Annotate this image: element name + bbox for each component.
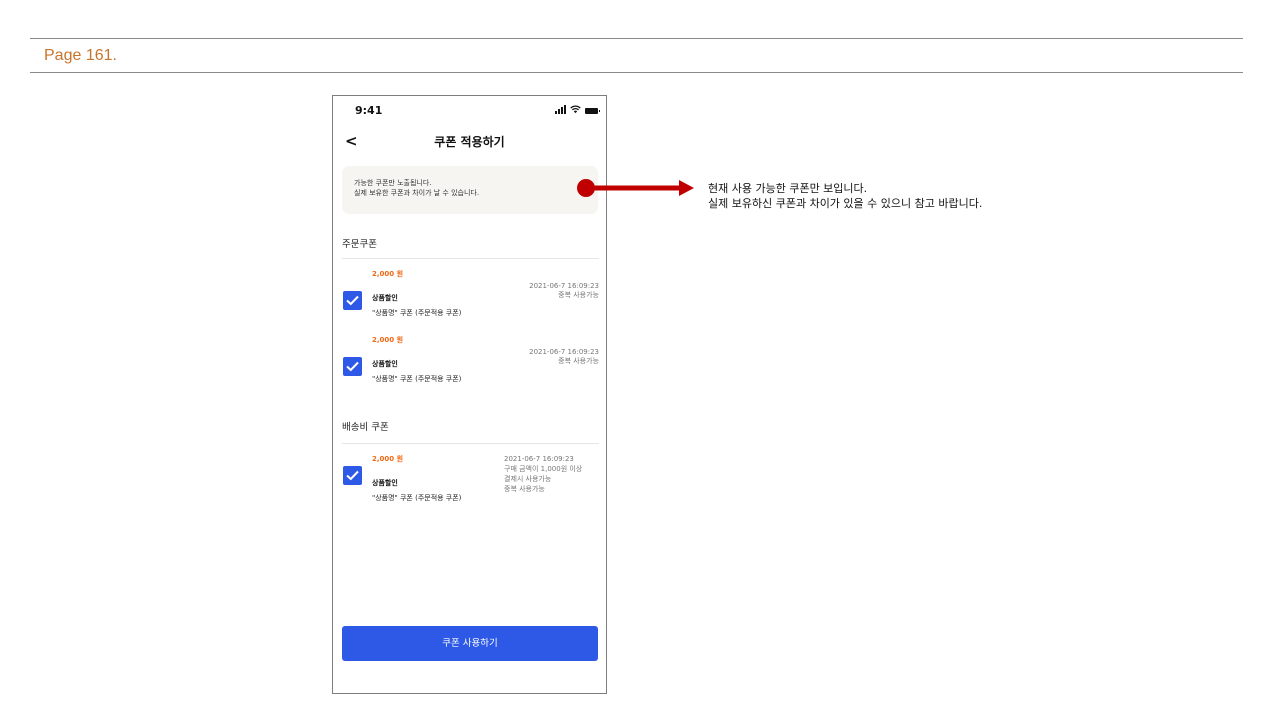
header-rule xyxy=(30,72,1243,73)
coupon-note: 중복 사용가능 xyxy=(558,291,599,299)
phone-mockup: 9:41 < 쿠폰 적용하기 가능한 쿠폰만 노출됩니다. 실제 보유한 쿠폰과… xyxy=(332,95,607,694)
notice-box: 가능한 쿠폰만 노출됩니다. 실제 보유한 쿠폰과 차이가 날 수 있습니다. xyxy=(342,166,598,214)
check-icon xyxy=(346,361,359,372)
coupon-note: 중복 사용가능 xyxy=(558,357,599,365)
coupon-note: 중복 사용가능 xyxy=(504,485,545,493)
coupon-name: 상품할인 xyxy=(372,479,398,487)
annotation-line-1: 현재 사용 가능한 쿠폰만 보입니다. xyxy=(708,182,868,195)
top-rule xyxy=(30,38,1243,39)
coupon-item[interactable]: 2,000 원 상품할인 "상품명" 쿠폰 (주문적용 쿠폰) 2021-06-… xyxy=(333,454,606,514)
notice-line-2: 실제 보유한 쿠폰과 차이가 날 수 있습니다. xyxy=(354,189,480,197)
check-icon xyxy=(346,295,359,306)
check-icon xyxy=(346,470,359,481)
annotation-arrow xyxy=(577,179,694,197)
coupon-description: "상품명" 쿠폰 (주문적용 쿠폰) xyxy=(372,494,462,502)
coupon-checkbox[interactable] xyxy=(343,291,362,310)
coupon-checkbox[interactable] xyxy=(343,357,362,376)
coupon-date: 2021-06-7 16:09:23 xyxy=(504,455,574,463)
coupon-meta: 2021-06-7 16:09:23 구매 금액이 1,000원 이상 결제시 … xyxy=(504,454,582,494)
coupon-amount: 2,000 원 xyxy=(372,336,404,344)
annotation-text: 현재 사용 가능한 쿠폰만 보입니다. 실제 보유하신 쿠폰과 차이가 있을 수… xyxy=(708,181,982,211)
battery-icon xyxy=(585,108,600,114)
annotation-line-2: 실제 보유하신 쿠폰과 차이가 있을 수 있으니 참고 바랍니다. xyxy=(708,197,983,210)
use-coupon-button[interactable]: 쿠폰 사용하기 xyxy=(342,626,598,661)
wifi-icon xyxy=(570,105,581,114)
status-time: 9:41 xyxy=(355,104,383,117)
coupon-item[interactable]: 2,000 원 상품할인 "상품명" 쿠폰 (주문적용 쿠폰) 2021-06-… xyxy=(333,269,606,329)
notice-line-1: 가능한 쿠폰만 노출됩니다. xyxy=(354,179,432,187)
shipping-coupon-section-title: 배송비 쿠폰 xyxy=(342,422,389,433)
coupon-condition: 구매 금액이 1,000원 이상 xyxy=(504,465,583,473)
coupon-meta: 2021-06-7 16:09:23 중복 사용가능 xyxy=(529,282,599,300)
coupon-condition: 결제시 사용가능 xyxy=(504,475,552,483)
coupon-name: 상품할인 xyxy=(372,360,398,368)
coupon-amount: 2,000 원 xyxy=(372,455,404,463)
page-title: 쿠폰 적용하기 xyxy=(434,135,505,149)
coupon-name: 상품할인 xyxy=(372,294,398,302)
coupon-item[interactable]: 2,000 원 상품할인 "상품명" 쿠폰 (주문적용 쿠폰) 2021-06-… xyxy=(333,335,606,395)
divider xyxy=(342,258,599,259)
page-label: Page 161. xyxy=(44,47,117,64)
coupon-amount: 2,000 원 xyxy=(372,270,404,278)
coupon-description: "상품명" 쿠폰 (주문적용 쿠폰) xyxy=(372,375,462,383)
status-icons xyxy=(555,105,600,114)
coupon-date: 2021-06-7 16:09:23 xyxy=(529,282,599,290)
order-coupon-section-title: 주문쿠폰 xyxy=(342,239,377,250)
coupon-description: "상품명" 쿠폰 (주문적용 쿠폰) xyxy=(372,309,462,317)
signal-icon xyxy=(555,105,566,114)
coupon-checkbox[interactable] xyxy=(343,466,362,485)
divider xyxy=(342,443,599,444)
coupon-date: 2021-06-7 16:09:23 xyxy=(529,348,599,356)
coupon-meta: 2021-06-7 16:09:23 중복 사용가능 xyxy=(529,348,599,366)
